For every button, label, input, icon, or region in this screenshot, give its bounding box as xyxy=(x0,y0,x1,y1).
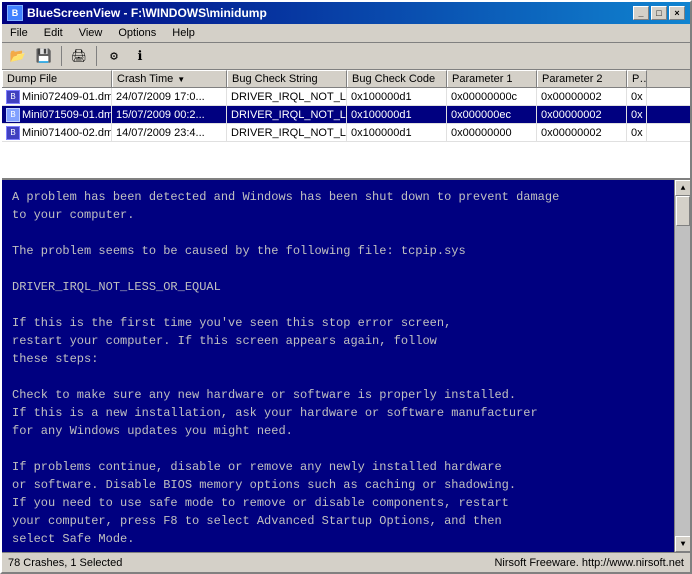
toolbar-open[interactable]: 📂 xyxy=(6,45,30,67)
bsod-display: A problem has been detected and Windows … xyxy=(2,180,674,552)
toolbar-options[interactable]: ⚙ xyxy=(102,45,126,67)
cell-crash-3: 14/07/2009 23:4... xyxy=(112,124,227,141)
status-bar: 78 Crashes, 1 Selected Nirsoft Freeware.… xyxy=(2,552,690,572)
scroll-down-button[interactable]: ▼ xyxy=(675,536,690,552)
menu-bar: File Edit View Options Help xyxy=(2,24,690,43)
dump-icon-1: B xyxy=(6,90,20,104)
title-bar-left: B BlueScreenView - F:\WINDOWS\minidump xyxy=(7,5,267,21)
cell-dump-2: B Mini071509-01.dmp xyxy=(2,106,112,123)
toolbar-sep2 xyxy=(96,46,97,66)
main-window: B BlueScreenView - F:\WINDOWS\minidump _… xyxy=(0,0,692,574)
cell-crash-2: 15/07/2009 00:2... xyxy=(112,106,227,123)
crash-table: Dump File Crash Time ▼ Bug Check String … xyxy=(2,70,690,180)
table-header: Dump File Crash Time ▼ Bug Check String … xyxy=(2,70,690,88)
cell-bug-string-1: DRIVER_IRQL_NOT_L... xyxy=(227,88,347,105)
bsod-wrapper: A problem has been detected and Windows … xyxy=(2,180,690,552)
bsod-scrollbar[interactable]: ▲ ▼ xyxy=(674,180,690,552)
title-bar: B BlueScreenView - F:\WINDOWS\minidump _… xyxy=(2,2,690,24)
dump-icon-2: B xyxy=(6,108,20,122)
status-right: Nirsoft Freeware. http://www.nirsoft.net xyxy=(494,557,684,569)
window-title: BlueScreenView - F:\WINDOWS\minidump xyxy=(27,6,267,20)
title-buttons: _ □ × xyxy=(633,6,685,20)
col-header-pe[interactable]: Pe xyxy=(627,70,647,87)
col-header-bug-string[interactable]: Bug Check String xyxy=(227,70,347,87)
cell-param1-3: 0x00000000 xyxy=(447,124,537,141)
col-dump-label: Dump File xyxy=(7,73,57,85)
cell-bug-string-2: DRIVER_IRQL_NOT_L... xyxy=(227,106,347,123)
table-row[interactable]: B Mini071509-01.dmp 15/07/2009 00:2... D… xyxy=(2,106,690,124)
cell-bug-code-1: 0x100000d1 xyxy=(347,88,447,105)
app-icon: B xyxy=(7,5,23,21)
scroll-thumb[interactable] xyxy=(676,196,690,226)
menu-file[interactable]: File xyxy=(6,26,32,40)
col-header-dump[interactable]: Dump File xyxy=(2,70,112,87)
cell-param2-3: 0x00000002 xyxy=(537,124,627,141)
cell-crash-1: 24/07/2009 17:0... xyxy=(112,88,227,105)
menu-edit[interactable]: Edit xyxy=(40,26,67,40)
minimize-button[interactable]: _ xyxy=(633,6,649,20)
cell-bug-string-3: DRIVER_IRQL_NOT_L... xyxy=(227,124,347,141)
menu-options[interactable]: Options xyxy=(114,26,160,40)
menu-help[interactable]: Help xyxy=(168,26,199,40)
sort-arrow-icon: ▼ xyxy=(177,75,185,84)
col-crash-label: Crash Time xyxy=(117,73,173,85)
scroll-up-button[interactable]: ▲ xyxy=(675,180,690,196)
table-row[interactable]: B Mini071400-02.dmp 14/07/2009 23:4... D… xyxy=(2,124,690,142)
maximize-button[interactable]: □ xyxy=(651,6,667,20)
col-header-param1[interactable]: Parameter 1 xyxy=(447,70,537,87)
toolbar-print[interactable]: 🖨 xyxy=(67,45,91,67)
cell-pe-2: 0x xyxy=(627,106,647,123)
col-param2-label: Parameter 2 xyxy=(542,73,603,85)
close-button[interactable]: × xyxy=(669,6,685,20)
cell-dump-3: B Mini071400-02.dmp xyxy=(2,124,112,141)
table-row[interactable]: B Mini072409-01.dmp 24/07/2009 17:0... D… xyxy=(2,88,690,106)
toolbar-save[interactable]: 💾 xyxy=(32,45,56,67)
toolbar: 📂 💾 🖨 ⚙ ℹ xyxy=(2,43,690,70)
scroll-track xyxy=(675,196,690,536)
col-param1-label: Parameter 1 xyxy=(452,73,513,85)
toolbar-sep1 xyxy=(61,46,62,66)
cell-dump-1: B Mini072409-01.dmp xyxy=(2,88,112,105)
table-body: B Mini072409-01.dmp 24/07/2009 17:0... D… xyxy=(2,88,690,178)
col-bug-string-label: Bug Check String xyxy=(232,73,318,85)
cell-param1-2: 0x000000ec xyxy=(447,106,537,123)
cell-param2-1: 0x00000002 xyxy=(537,88,627,105)
dump-icon-3: B xyxy=(6,126,20,140)
col-header-crash[interactable]: Crash Time ▼ xyxy=(112,70,227,87)
status-left: 78 Crashes, 1 Selected xyxy=(8,557,122,569)
cell-param1-1: 0x00000000c xyxy=(447,88,537,105)
cell-pe-3: 0x xyxy=(627,124,647,141)
col-header-param2[interactable]: Parameter 2 xyxy=(537,70,627,87)
toolbar-info[interactable]: ℹ xyxy=(128,45,152,67)
col-header-bug-code[interactable]: Bug Check Code xyxy=(347,70,447,87)
col-pe-label: Pe xyxy=(632,73,647,85)
cell-param2-2: 0x00000002 xyxy=(537,106,627,123)
cell-pe-1: 0x xyxy=(627,88,647,105)
col-bug-code-label: Bug Check Code xyxy=(352,73,435,85)
cell-bug-code-3: 0x100000d1 xyxy=(347,124,447,141)
cell-bug-code-2: 0x100000d1 xyxy=(347,106,447,123)
menu-view[interactable]: View xyxy=(75,26,107,40)
